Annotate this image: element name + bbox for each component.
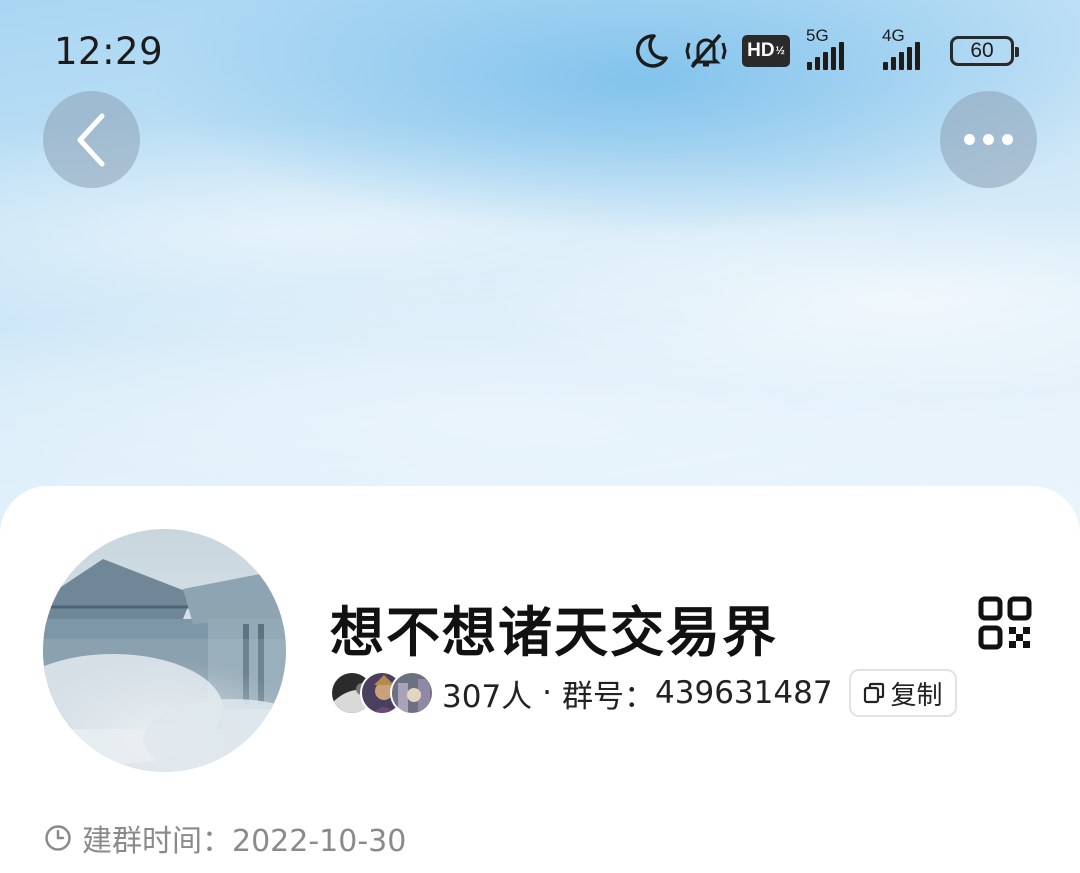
moon-icon [636, 34, 668, 68]
copy-icon [863, 682, 884, 704]
created-time-row: 建群时间：2022-10-30 [44, 818, 407, 859]
group-name: 想不想诸天交易界 [330, 601, 778, 664]
more-icon [964, 134, 1013, 145]
signal-5g-icon: 5G [804, 26, 866, 70]
clock-icon [45, 825, 71, 851]
status-icons: HD ½ 5G 4G 60 [632, 26, 1019, 72]
chevron-left-icon [77, 113, 104, 166]
member-avatars[interactable] [330, 671, 434, 715]
copy-button[interactable]: 复制 [848, 669, 957, 717]
more-button[interactable] [940, 91, 1037, 188]
separator: · [542, 675, 553, 711]
qr-code-icon[interactable] [978, 596, 1032, 650]
header-background [0, 0, 1080, 540]
mute-icon [685, 33, 727, 69]
group-avatar[interactable] [43, 529, 286, 772]
member-avatar [390, 671, 434, 715]
signal-4g-icon: 4G [880, 26, 936, 70]
group-number: 439631487 [655, 675, 833, 711]
battery-icon: 60 [950, 36, 1019, 66]
members-row: 307人 · 群号： 439631487 复制 [330, 668, 957, 718]
member-count: 307人 [442, 678, 533, 715]
group-number-label: 群号： [562, 678, 656, 715]
created-label: 建群时间： [82, 824, 232, 859]
back-button[interactable] [43, 91, 140, 188]
copy-label: 复制 [890, 680, 943, 711]
created-date: 2022-10-30 [232, 824, 407, 859]
status-time: 12:29 [54, 30, 164, 73]
hd-icon: HD ½ [742, 35, 790, 67]
